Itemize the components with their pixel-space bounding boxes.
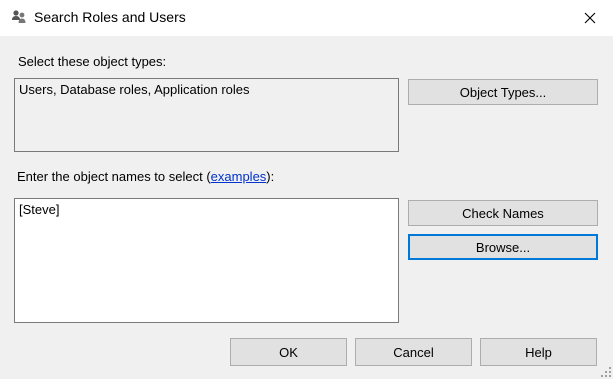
ok-button[interactable]: OK	[230, 338, 347, 366]
browse-button[interactable]: Browse...	[408, 234, 598, 260]
object-types-label: Select these object types:	[18, 54, 167, 69]
check-names-button[interactable]: Check Names	[408, 200, 598, 226]
help-button[interactable]: Help	[480, 338, 597, 366]
examples-link[interactable]: examples	[211, 169, 267, 184]
object-names-input[interactable]: [Steve]	[14, 198, 399, 323]
cancel-button[interactable]: Cancel	[355, 338, 472, 366]
object-types-field: Users, Database roles, Application roles	[14, 78, 399, 152]
object-names-value: [Steve]	[19, 202, 60, 217]
users-group-icon	[12, 10, 26, 23]
resize-grip-icon[interactable]	[600, 366, 612, 378]
object-types-button[interactable]: Object Types...	[408, 79, 598, 105]
window-title: Search Roles and Users	[34, 9, 186, 25]
close-button[interactable]	[567, 0, 613, 36]
close-icon	[584, 12, 596, 24]
object-names-label: Enter the object names to select (exampl…	[17, 169, 275, 184]
object-types-value: Users, Database roles, Application roles	[19, 82, 250, 97]
title-bar: Search Roles and Users	[0, 0, 613, 36]
